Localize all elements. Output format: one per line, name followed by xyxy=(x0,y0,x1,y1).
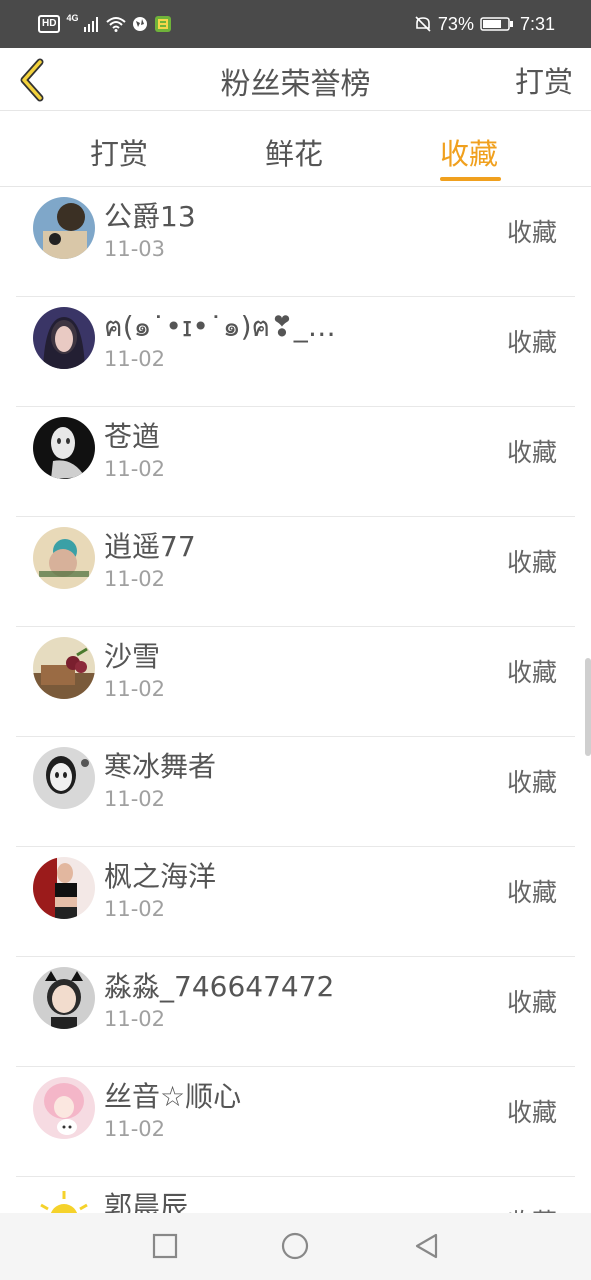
avatar xyxy=(33,527,95,589)
avatar xyxy=(33,747,95,809)
battery-percent: 73% xyxy=(437,13,474,34)
avatar xyxy=(33,967,95,1029)
user-name: 沙雪 xyxy=(104,640,161,673)
list-item[interactable]: 苍遒 11-02 收藏 xyxy=(0,407,591,517)
hd-badge: HD xyxy=(38,15,61,33)
status-left: HD 4G xyxy=(38,12,172,36)
globe-icon xyxy=(133,17,148,31)
list-item[interactable]: 丝音☆顺心 11-02 收藏 xyxy=(0,1067,591,1177)
page-title: 粉丝荣誉榜 xyxy=(220,67,371,102)
avatar xyxy=(33,637,95,699)
user-name: 寒冰舞者 xyxy=(104,750,217,783)
user-name: ฅ(๑˙•ɪ•˙๑)ฅ❣_38... xyxy=(104,310,344,343)
home-button[interactable] xyxy=(280,1231,310,1261)
action-label: 收藏 xyxy=(506,438,557,467)
list-item[interactable]: 枫之海洋 11-02 收藏 xyxy=(0,847,591,957)
tab-bar: 打赏 鲜花 收藏 xyxy=(0,111,591,187)
back-triangle-icon xyxy=(415,1233,438,1259)
user-date: 11-02 xyxy=(104,1117,166,1141)
app-bar: 粉丝荣誉榜 打赏 xyxy=(0,48,591,111)
user-name: 苍遒 xyxy=(104,420,161,453)
action-label: 收藏 xyxy=(506,1098,557,1127)
back-nav-button[interactable] xyxy=(412,1231,442,1261)
user-name: 丝音☆顺心 xyxy=(104,1080,242,1113)
user-name: 枫之海洋 xyxy=(104,860,217,893)
user-date: 11-02 xyxy=(104,1007,166,1031)
action-label: 收藏 xyxy=(507,1203,557,1213)
user-date: 11-02 xyxy=(104,897,166,921)
avatar xyxy=(33,197,95,259)
action-label: 收藏 xyxy=(506,878,557,907)
clock: 7:31 xyxy=(519,13,555,34)
list-item[interactable]: 公爵13 11-03 收藏 xyxy=(0,187,591,297)
recents-button[interactable] xyxy=(150,1231,180,1261)
reward-header-button[interactable]: 打赏 xyxy=(515,59,573,101)
active-tab-indicator xyxy=(440,177,501,181)
tab-reward[interactable]: 打赏 xyxy=(90,131,148,173)
user-name: 郭晨辰 xyxy=(104,1190,189,1213)
list-item[interactable]: 逍遥77 11-02 收藏 xyxy=(0,517,591,627)
action-label: 收藏 xyxy=(506,548,557,577)
list-item[interactable]: 寒冰舞者 11-02 收藏 xyxy=(0,737,591,847)
list-item[interactable]: 郭晨辰 收藏 xyxy=(0,1177,591,1213)
avatar xyxy=(33,417,95,479)
action-label: 收藏 xyxy=(506,768,557,797)
user-name: 淼淼_746647472 xyxy=(104,970,335,1003)
wifi-icon xyxy=(106,17,127,32)
home-circle-icon xyxy=(281,1232,309,1260)
user-date: 11-02 xyxy=(104,677,166,701)
action-label: 收藏 xyxy=(506,328,557,357)
recents-square-icon xyxy=(152,1233,178,1259)
status-right: 73% 7:31 xyxy=(414,12,555,36)
list-item[interactable]: 淼淼_746647472 11-02 收藏 xyxy=(0,957,591,1067)
user-date: 11-02 xyxy=(104,457,166,481)
app-notification-icon xyxy=(155,16,172,32)
action-label: 收藏 xyxy=(506,988,557,1017)
avatar xyxy=(33,307,95,369)
mute-icon xyxy=(415,16,431,32)
user-name: 逍遥77 xyxy=(104,530,196,563)
fans-list[interactable]: 公爵13 11-03 收藏 ฅ(๑˙•ɪ•˙๑)ฅ❣_38... 11-02 收… xyxy=(0,187,591,1213)
avatar xyxy=(33,1187,95,1213)
status-bar: HD 4G 73% 7:31 xyxy=(0,0,591,48)
user-name: 公爵13 xyxy=(104,200,196,233)
user-date: 11-02 xyxy=(104,347,166,371)
avatar xyxy=(33,1077,95,1139)
user-date: 11-03 xyxy=(104,237,166,261)
network-label: 4G xyxy=(66,13,79,23)
list-item[interactable]: ฅ(๑˙•ɪ•˙๑)ฅ❣_38... 11-02 收藏 xyxy=(0,297,591,407)
avatar xyxy=(33,857,95,919)
system-nav-bar xyxy=(0,1213,591,1280)
signal-icon xyxy=(84,17,99,32)
battery-icon xyxy=(480,17,513,31)
action-label: 收藏 xyxy=(506,218,557,247)
scrollbar[interactable] xyxy=(585,658,591,756)
tab-favorites[interactable]: 收藏 xyxy=(440,131,498,173)
list-item[interactable]: 沙雪 11-02 收藏 xyxy=(0,627,591,737)
tab-flowers[interactable]: 鲜花 xyxy=(265,131,323,173)
action-label: 收藏 xyxy=(506,658,557,687)
user-date: 11-02 xyxy=(104,787,166,811)
user-date: 11-02 xyxy=(104,567,166,591)
